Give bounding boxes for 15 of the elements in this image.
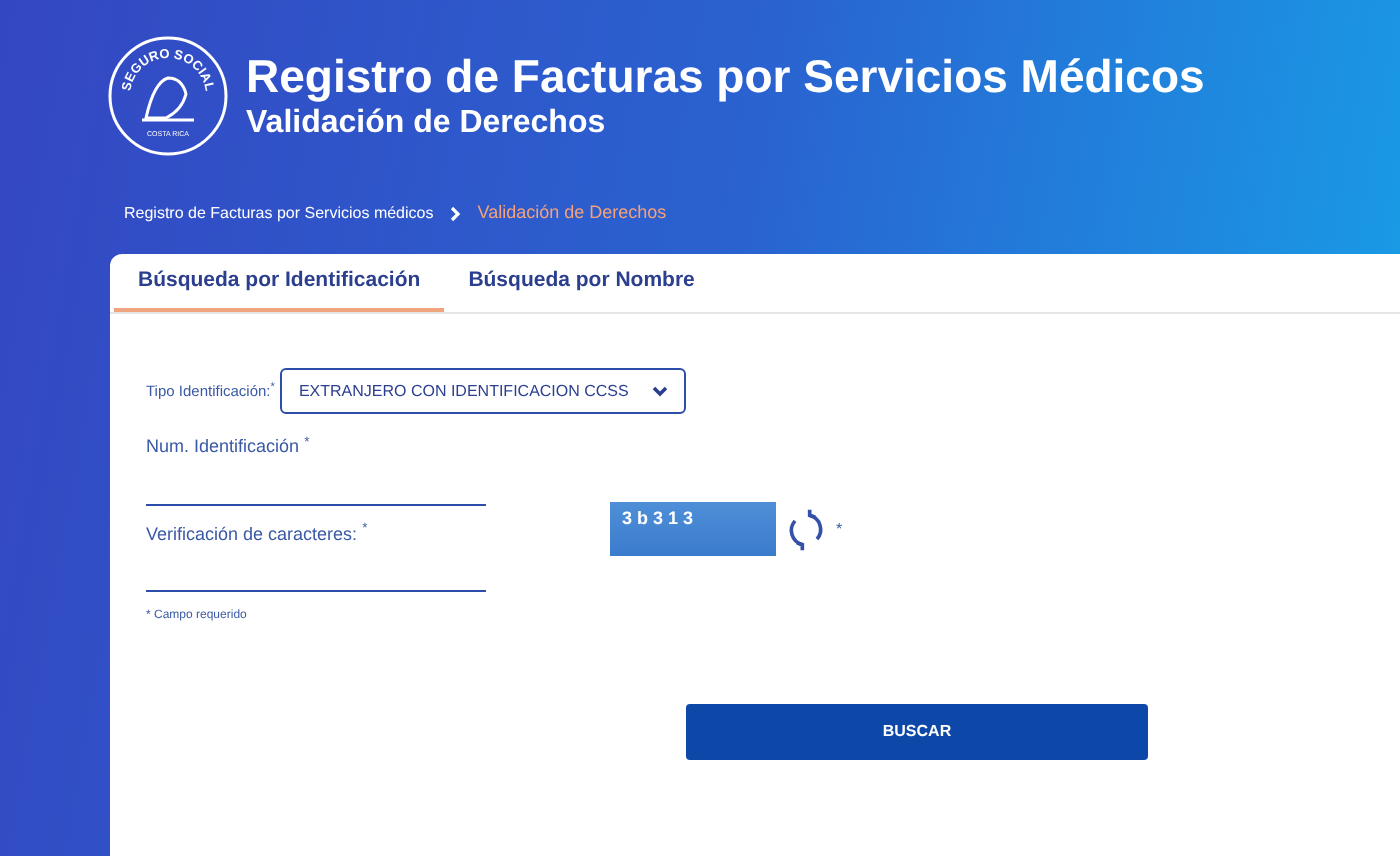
- breadcrumb-item: Validación de Derechos: [477, 200, 667, 227]
- page-subtitle: Validación de Derechos: [246, 104, 608, 144]
- field-label: Num. Identificación $^{*}$: [146, 434, 312, 460]
- chevron-icon: [449, 206, 462, 222]
- tab[interactable]: Búsqueda por Identificación: [114, 254, 445, 312]
- required-mark: *: [836, 517, 843, 541]
- captcha-image: 3 b 3 1 3: [610, 502, 776, 556]
- refresh-icon[interactable]: [784, 507, 828, 551]
- search-button[interactable]: BUSCAR: [686, 704, 1148, 760]
- tab[interactable]: Búsqueda por Nombre: [444, 254, 719, 312]
- breadcrumb-item[interactable]: Registro de Facturas por Servicios médicos: [124, 202, 434, 226]
- id-type-select[interactable]: EXTRANJERO CON IDENTIFICACION CCSS: [280, 368, 686, 414]
- chevron-down-icon: [652, 385, 668, 397]
- field-label: Verificación de caracteres: $^{*}$: [146, 521, 370, 547]
- page-title: Registro de Facturas por Servicios Médicos: [246, 48, 1205, 104]
